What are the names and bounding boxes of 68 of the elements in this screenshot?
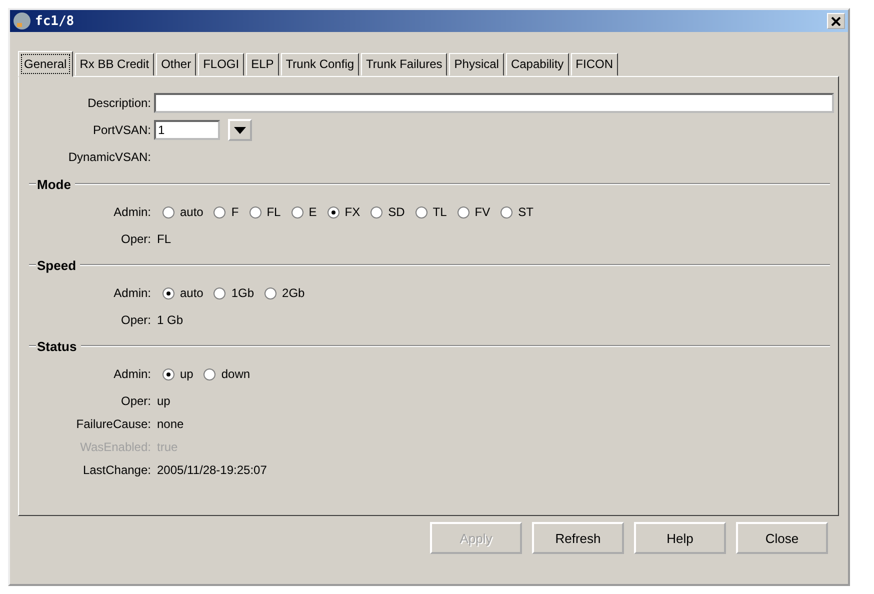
field-value: none	[156, 416, 184, 430]
dialog-button[interactable]: Close	[736, 522, 828, 554]
description-field[interactable]	[154, 93, 834, 113]
radio-button[interactable]	[162, 206, 175, 218]
close-button[interactable]	[827, 13, 845, 29]
radio-button[interactable]	[500, 206, 514, 218]
field-label: FailureCause:	[75, 416, 152, 430]
close-icon	[831, 16, 841, 26]
radio-label[interactable]: FV	[474, 205, 490, 219]
tab[interactable]: FLOGI	[198, 53, 244, 76]
radio-label[interactable]: down	[221, 367, 250, 381]
window-title: fc1/8	[35, 14, 74, 28]
field-label: DynamicVSAN:	[67, 150, 152, 164]
tab[interactable]: General	[18, 51, 73, 77]
radio-label[interactable]: SD	[388, 205, 405, 219]
radio-label[interactable]: 2Gb	[282, 286, 305, 300]
field-label: Description:	[86, 96, 152, 110]
radio-label[interactable]: FX	[344, 205, 360, 219]
radio-label[interactable]: 1Gb	[231, 286, 254, 300]
radio-button[interactable]	[290, 206, 304, 218]
app-icon	[13, 12, 31, 30]
tab[interactable]: Other	[156, 53, 196, 76]
tab[interactable]: Trunk Config	[280, 53, 360, 76]
field-value: up	[156, 394, 170, 408]
radio-button[interactable]	[162, 286, 175, 300]
field-value: 1 Gb	[156, 312, 184, 326]
radio-button[interactable]	[213, 206, 226, 218]
field-label: Admin:	[112, 367, 152, 381]
radio-button[interactable]	[326, 206, 340, 218]
radio-label[interactable]: E	[308, 205, 317, 219]
radio-label[interactable]: TL	[432, 205, 447, 219]
tab[interactable]: Physical	[449, 53, 504, 76]
radio-button[interactable]	[456, 206, 470, 218]
radio-button[interactable]	[248, 206, 262, 218]
radio-button[interactable]	[162, 368, 175, 380]
tab[interactable]: FICON	[570, 53, 618, 76]
radio-label[interactable]: auto	[180, 205, 204, 219]
dialog-button[interactable]: Refresh	[532, 522, 624, 554]
tab[interactable]: Rx BB Credit	[74, 53, 154, 76]
radio-label[interactable]: ST	[518, 205, 534, 219]
field-value: FL	[156, 232, 172, 246]
tab[interactable]: Trunk Failures	[361, 53, 448, 76]
radio-label[interactable]: up	[180, 367, 194, 381]
field-label: Admin:	[112, 205, 152, 219]
radio-button[interactable]	[203, 368, 216, 380]
section-title: Speed	[36, 258, 78, 272]
radio-label[interactable]: FL	[266, 205, 281, 219]
radio-label[interactable]: F	[231, 205, 239, 219]
radio-label[interactable]: auto	[180, 286, 204, 300]
port-vsan-field[interactable]: 1	[154, 120, 220, 140]
section-title: Mode	[36, 176, 72, 192]
caret-icon	[234, 126, 246, 134]
tab[interactable]: Capability	[506, 53, 569, 76]
radio-button[interactable]	[414, 206, 428, 218]
radio-button[interactable]	[370, 206, 384, 218]
dialog-button[interactable]: Help	[634, 522, 726, 554]
field-label: LastChange:	[82, 462, 152, 476]
field-label: Admin:	[112, 286, 152, 300]
field-label: Oper:	[120, 232, 152, 246]
dropdown-button[interactable]	[228, 119, 252, 141]
field-label: Oper:	[120, 312, 152, 326]
field-label: PortVSAN:	[92, 123, 152, 137]
field-value: 2005/11/28-19:25:07	[156, 462, 267, 476]
tab[interactable]: ELP	[246, 53, 279, 76]
radio-button[interactable]	[264, 286, 278, 300]
section-title: Status	[36, 338, 78, 354]
field-label: Oper:	[120, 394, 152, 408]
radio-button[interactable]	[213, 286, 226, 300]
